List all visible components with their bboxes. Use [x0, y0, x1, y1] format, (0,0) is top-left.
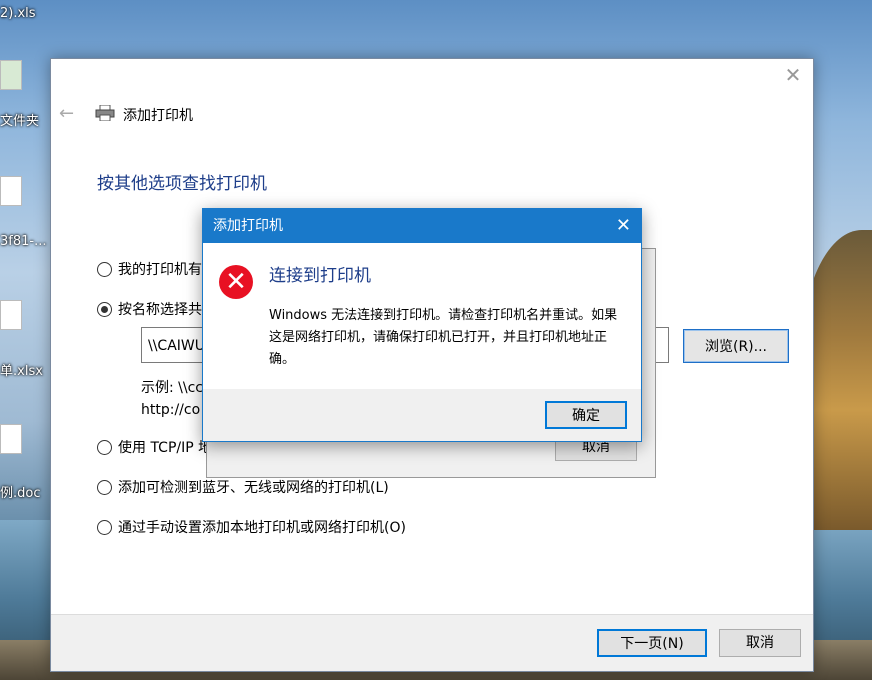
radio-button[interactable] [97, 479, 112, 495]
option-bluetooth-wireless-network[interactable]: 添加可检测到蓝牙、无线或网络的打印机(L) [97, 477, 389, 497]
desktop-icon-label[interactable]: 单.xlsx [0, 360, 43, 379]
desktop-icon-label[interactable]: 2).xls [0, 6, 36, 21]
back-arrow-icon[interactable]: ← [59, 103, 74, 124]
error-dialog-titlebar: 添加打印机 ✕ [203, 209, 641, 243]
option-label: 使用 TCP/IP 地 [118, 440, 213, 456]
option-tcp-ip[interactable]: 使用 TCP/IP 地 [97, 437, 212, 457]
desktop-icon-label[interactable]: 例.doc [0, 482, 41, 501]
close-icon[interactable]: ✕ [616, 209, 631, 243]
wizard-footer: 下一页(N) 取消 [51, 614, 813, 671]
doc-file-icon[interactable] [0, 424, 22, 454]
radio-button-checked[interactable] [97, 301, 112, 317]
option-my-printer-older[interactable]: 我的打印机有 [97, 259, 202, 279]
option-label: 添加可检测到蓝牙、无线或网络的打印机(L) [118, 480, 389, 496]
option-label: 通过手动设置添加本地打印机或网络打印机(O) [118, 520, 406, 536]
folder-icon[interactable] [0, 60, 22, 90]
error-dialog: 添加打印机 ✕ ✕ 连接到打印机 Windows 无法连接到打印机。请检查打印机… [202, 208, 642, 442]
xlsx-file-icon[interactable] [0, 300, 22, 330]
option-label: 我的打印机有 [118, 262, 202, 278]
ok-button[interactable]: 确定 [545, 401, 627, 429]
option-select-shared-by-name[interactable]: 按名称选择共 [97, 299, 202, 319]
error-heading: 连接到打印机 [269, 266, 371, 286]
error-dialog-footer: 确定 [203, 389, 641, 441]
page-heading: 按其他选项查找打印机 [97, 174, 267, 194]
radio-button[interactable] [97, 439, 112, 455]
desktop-icon-label[interactable]: 3f81-... [0, 234, 46, 249]
error-message: Windows 无法连接到打印机。请检查打印机名并重试。如果这是网络打印机，请确… [269, 308, 618, 367]
example-line-2: http://co [141, 402, 201, 418]
close-icon[interactable]: ✕ [783, 65, 803, 85]
option-manual-settings[interactable]: 通过手动设置添加本地打印机或网络打印机(O) [97, 517, 406, 537]
option-label: 按名称选择共 [118, 302, 202, 318]
radio-button[interactable] [97, 519, 112, 535]
next-button[interactable]: 下一页(N) [597, 629, 707, 657]
file-icon[interactable] [0, 176, 22, 206]
radio-button[interactable] [97, 261, 112, 277]
browse-button[interactable]: 浏览(R)... [683, 329, 789, 363]
cancel-button[interactable]: 取消 [719, 629, 801, 657]
desktop-icon-label[interactable]: 文件夹 [0, 110, 39, 129]
error-dialog-title: 添加打印机 [213, 218, 283, 234]
example-text: 示例: \\cc http://co [141, 377, 203, 421]
printer-icon [95, 105, 115, 121]
example-line-1: 示例: \\cc [141, 380, 203, 396]
error-icon: ✕ [219, 265, 253, 299]
wizard-title: 添加打印机 [123, 108, 193, 124]
